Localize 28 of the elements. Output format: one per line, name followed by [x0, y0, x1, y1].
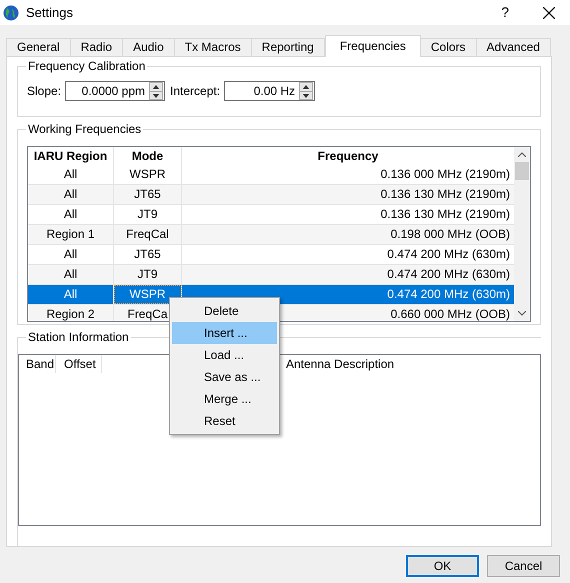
table-cell: All: [28, 244, 114, 264]
table-cell: WSPR: [130, 166, 166, 181]
table-cell: 0.474 200 MHz (630m): [387, 286, 510, 301]
table-cell: All: [28, 204, 114, 224]
group-title: Frequency Calibration: [26, 58, 148, 74]
table-cell: 0.136 130 MHz (2190m): [380, 206, 510, 221]
table-cell: 0.136 000 MHz (2190m): [380, 166, 510, 181]
table-cell: 0.136 130 MHz (2190m): [380, 186, 510, 201]
table-cell: All: [28, 184, 114, 204]
table-cell: Region 2: [28, 304, 114, 321]
table-cell: 0.474 200 MHz (630m): [387, 246, 510, 261]
table-cell: 0.660 000 MHz (OOB): [390, 306, 510, 321]
table-cell: All: [28, 164, 114, 184]
table-cell: FreqCa: [127, 306, 168, 321]
field-label: Intercept:: [170, 83, 220, 100]
table-cell: FreqCal: [126, 226, 169, 241]
table-cell: JT9: [137, 266, 158, 281]
table-cell: JT9: [137, 206, 158, 221]
table-cell: WSPR: [130, 286, 166, 301]
table-cell: Region 1: [28, 224, 114, 244]
table-cell: All: [28, 284, 114, 304]
field-label: Slope:: [27, 83, 62, 100]
table-cell: JT65: [134, 186, 161, 201]
table-cell: All: [28, 264, 114, 284]
table-cell: 0.198 000 MHz (OOB): [390, 226, 510, 241]
window-title: Settings: [26, 4, 73, 22]
table-cell: 0.474 200 MHz (630m): [387, 266, 510, 281]
table-cell: JT65: [134, 246, 161, 261]
